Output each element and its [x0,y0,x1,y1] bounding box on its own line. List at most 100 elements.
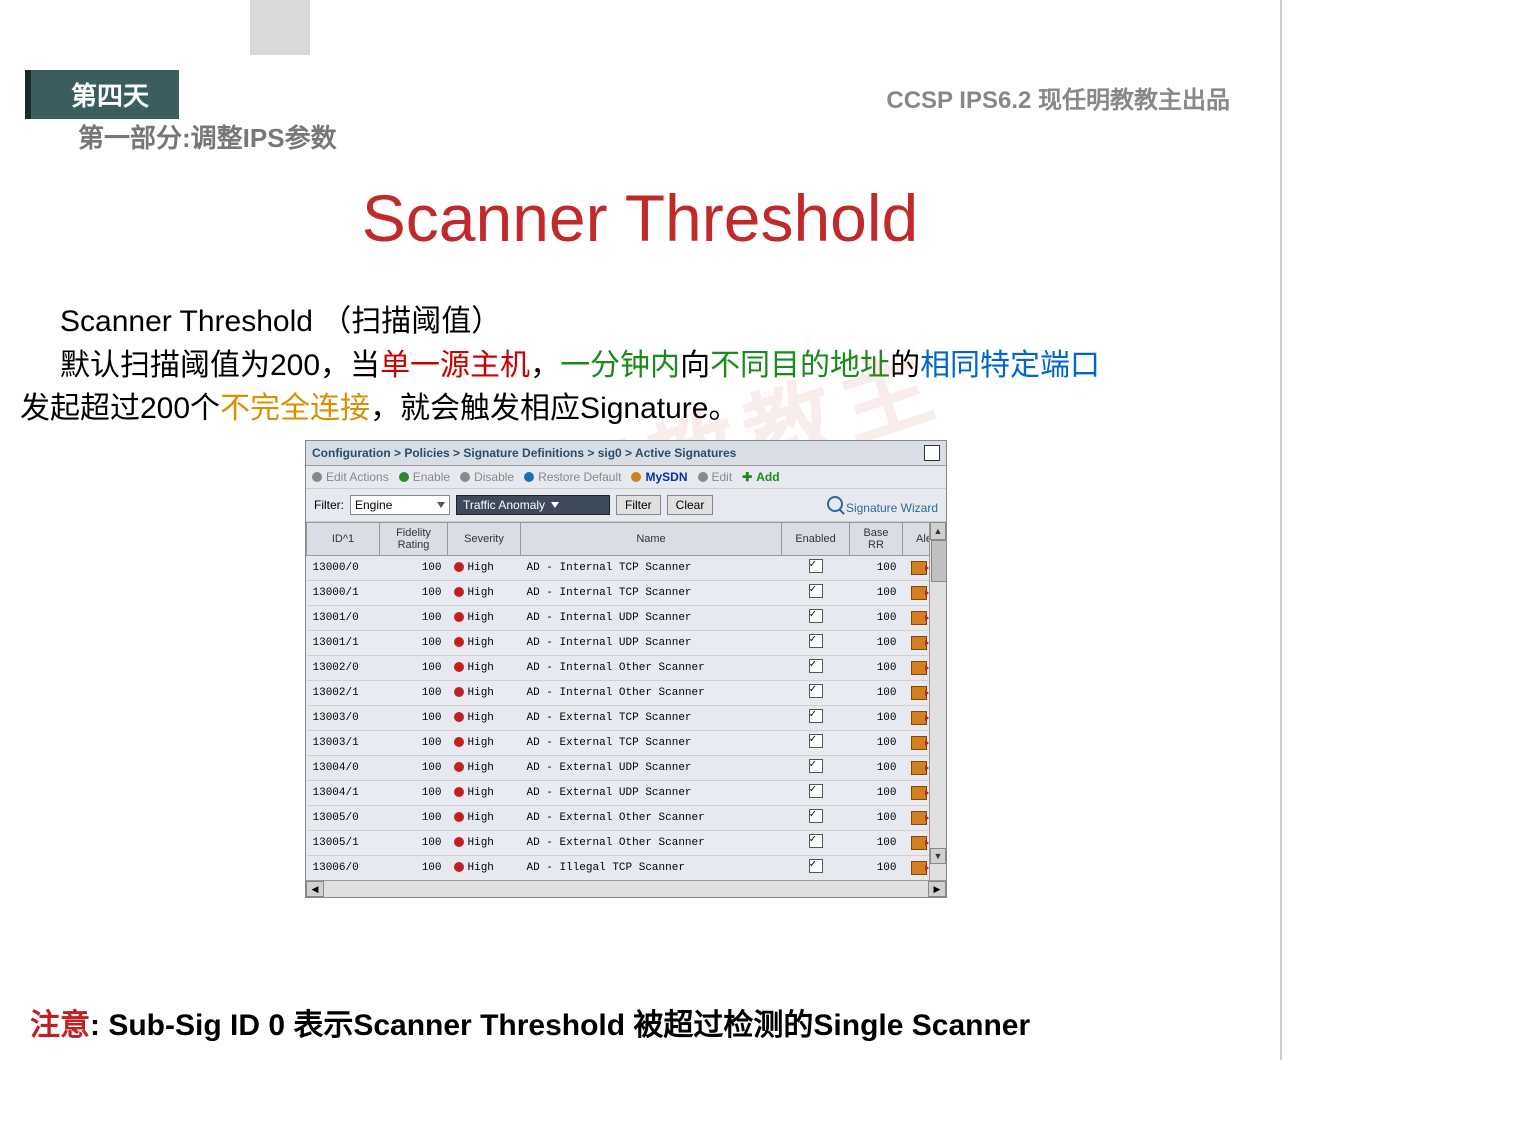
toolbar: Edit Actions Enable Disable Restore Defa… [306,466,946,489]
scroll-left-icon[interactable]: ◀ [306,881,324,897]
cell-name: AD - External UDP Scanner [521,756,782,781]
action-icon [911,561,927,575]
cell-base-rr: 100 [850,656,903,681]
severity-high-icon [454,737,464,747]
signature-wizard-link[interactable]: Signature Wizard [827,496,938,515]
table-row[interactable]: 13003/0100HighAD - External TCP Scanner1… [307,706,946,731]
restore-button[interactable]: Restore Default [524,470,621,484]
scroll-down-icon[interactable]: ▼ [930,848,946,864]
p2c: ， [530,349,560,382]
cell-name: AD - Internal UDP Scanner [521,606,782,631]
cell-id: 13006/0 [307,856,380,881]
edit-button[interactable]: Edit [698,470,733,484]
add-button[interactable]: ✚Add [742,470,779,484]
p2b: 单一源主机 [380,349,530,382]
table-row[interactable]: 13006/0100HighAD - Illegal TCP Scanner10… [307,856,946,881]
edit-actions-icon [312,472,322,482]
plus-icon: ✚ [742,470,752,484]
checkbox-checked-icon[interactable] [809,809,823,823]
signature-window: Configuration > Policies > Signature Def… [305,440,947,898]
table-row[interactable]: 13004/0100HighAD - External UDP Scanner1… [307,756,946,781]
table-row[interactable]: 13005/1100HighAD - External Other Scanne… [307,831,946,856]
checkbox-checked-icon[interactable] [809,759,823,773]
edit-actions-label: Edit Actions [326,470,389,484]
disable-button[interactable]: Disable [460,470,514,484]
table-row[interactable]: 13002/1100HighAD - Internal Other Scanne… [307,681,946,706]
filter-button[interactable]: Filter [616,495,661,515]
scroll-up-icon[interactable]: ▲ [930,522,946,540]
filter-anomaly-combo[interactable]: Traffic Anomaly [456,495,610,515]
col-name[interactable]: Name [521,523,782,556]
enable-button[interactable]: Enable [399,470,450,484]
col-id[interactable]: ID^1 [307,523,380,556]
action-icon [911,586,927,600]
restore-icon [524,472,534,482]
checkbox-checked-icon[interactable] [809,734,823,748]
mysdn-icon [631,472,641,482]
checkbox-checked-icon[interactable] [809,684,823,698]
cell-base-rr: 100 [850,606,903,631]
p3b: 不完全连接 [220,392,370,425]
enable-icon [399,472,409,482]
cell-base-rr: 100 [850,581,903,606]
severity-high-icon [454,787,464,797]
action-icon [911,786,927,800]
cell-enabled [782,631,850,656]
p2h: 相同特定端口 [920,349,1100,382]
table-row[interactable]: 13002/0100HighAD - Internal Other Scanne… [307,656,946,681]
vertical-scrollbar[interactable]: ▲ ▼ [929,522,946,880]
table-row[interactable]: 13000/0100HighAD - Internal TCP Scanner1… [307,556,946,581]
cell-severity: High [448,781,521,806]
action-icon [911,711,927,725]
filter-anomaly-value: Traffic Anomaly [463,498,545,512]
checkbox-checked-icon[interactable] [809,859,823,873]
checkbox-checked-icon[interactable] [809,559,823,573]
action-icon [911,686,927,700]
scroll-thumb[interactable] [931,540,946,582]
cell-severity: High [448,681,521,706]
cell-fidelity: 100 [380,656,448,681]
col-base-rr[interactable]: Base RR [850,523,903,556]
cell-base-rr: 100 [850,706,903,731]
fn-e: 被超过检测的 [633,1009,813,1042]
col-fidelity[interactable]: Fidelity Rating [380,523,448,556]
action-icon [911,836,927,850]
checkbox-checked-icon[interactable] [809,584,823,598]
checkbox-checked-icon[interactable] [809,834,823,848]
window-control-icon[interactable] [924,445,940,461]
col-enabled[interactable]: Enabled [782,523,850,556]
top-stub [250,0,310,55]
cell-severity: High [448,856,521,881]
hscroll-track[interactable] [324,881,928,897]
table-row[interactable]: 13001/1100HighAD - Internal UDP Scanner1… [307,631,946,656]
checkbox-checked-icon[interactable] [809,709,823,723]
table-row[interactable]: 13000/1100HighAD - Internal TCP Scanner1… [307,581,946,606]
filter-engine-value: Engine [355,498,392,512]
cell-name: AD - Internal UDP Scanner [521,631,782,656]
table-row[interactable]: 13005/0100HighAD - External Other Scanne… [307,806,946,831]
checkbox-checked-icon[interactable] [809,659,823,673]
clear-button[interactable]: Clear [667,495,714,515]
table-row[interactable]: 13003/1100HighAD - External TCP Scanner1… [307,731,946,756]
col-severity[interactable]: Severity [448,523,521,556]
scroll-right-icon[interactable]: ▶ [928,881,946,897]
p2e: 向 [680,349,710,382]
checkbox-checked-icon[interactable] [809,609,823,623]
cell-fidelity: 100 [380,581,448,606]
cell-fidelity: 100 [380,831,448,856]
edit-actions-button[interactable]: Edit Actions [312,470,389,484]
cell-enabled [782,831,850,856]
filter-engine-combo[interactable]: Engine [350,495,450,515]
mysdn-button[interactable]: MySDN [631,470,687,484]
severity-high-icon [454,712,464,722]
table-row[interactable]: 13004/1100HighAD - External UDP Scanner1… [307,781,946,806]
cell-fidelity: 100 [380,681,448,706]
cell-severity: High [448,831,521,856]
cell-enabled [782,656,850,681]
table-row[interactable]: 13001/0100HighAD - Internal UDP Scanner1… [307,606,946,631]
horizontal-scrollbar[interactable]: ◀ ▶ [306,880,946,897]
cell-name: AD - Internal Other Scanner [521,656,782,681]
checkbox-checked-icon[interactable] [809,634,823,648]
cell-base-rr: 100 [850,731,903,756]
checkbox-checked-icon[interactable] [809,784,823,798]
